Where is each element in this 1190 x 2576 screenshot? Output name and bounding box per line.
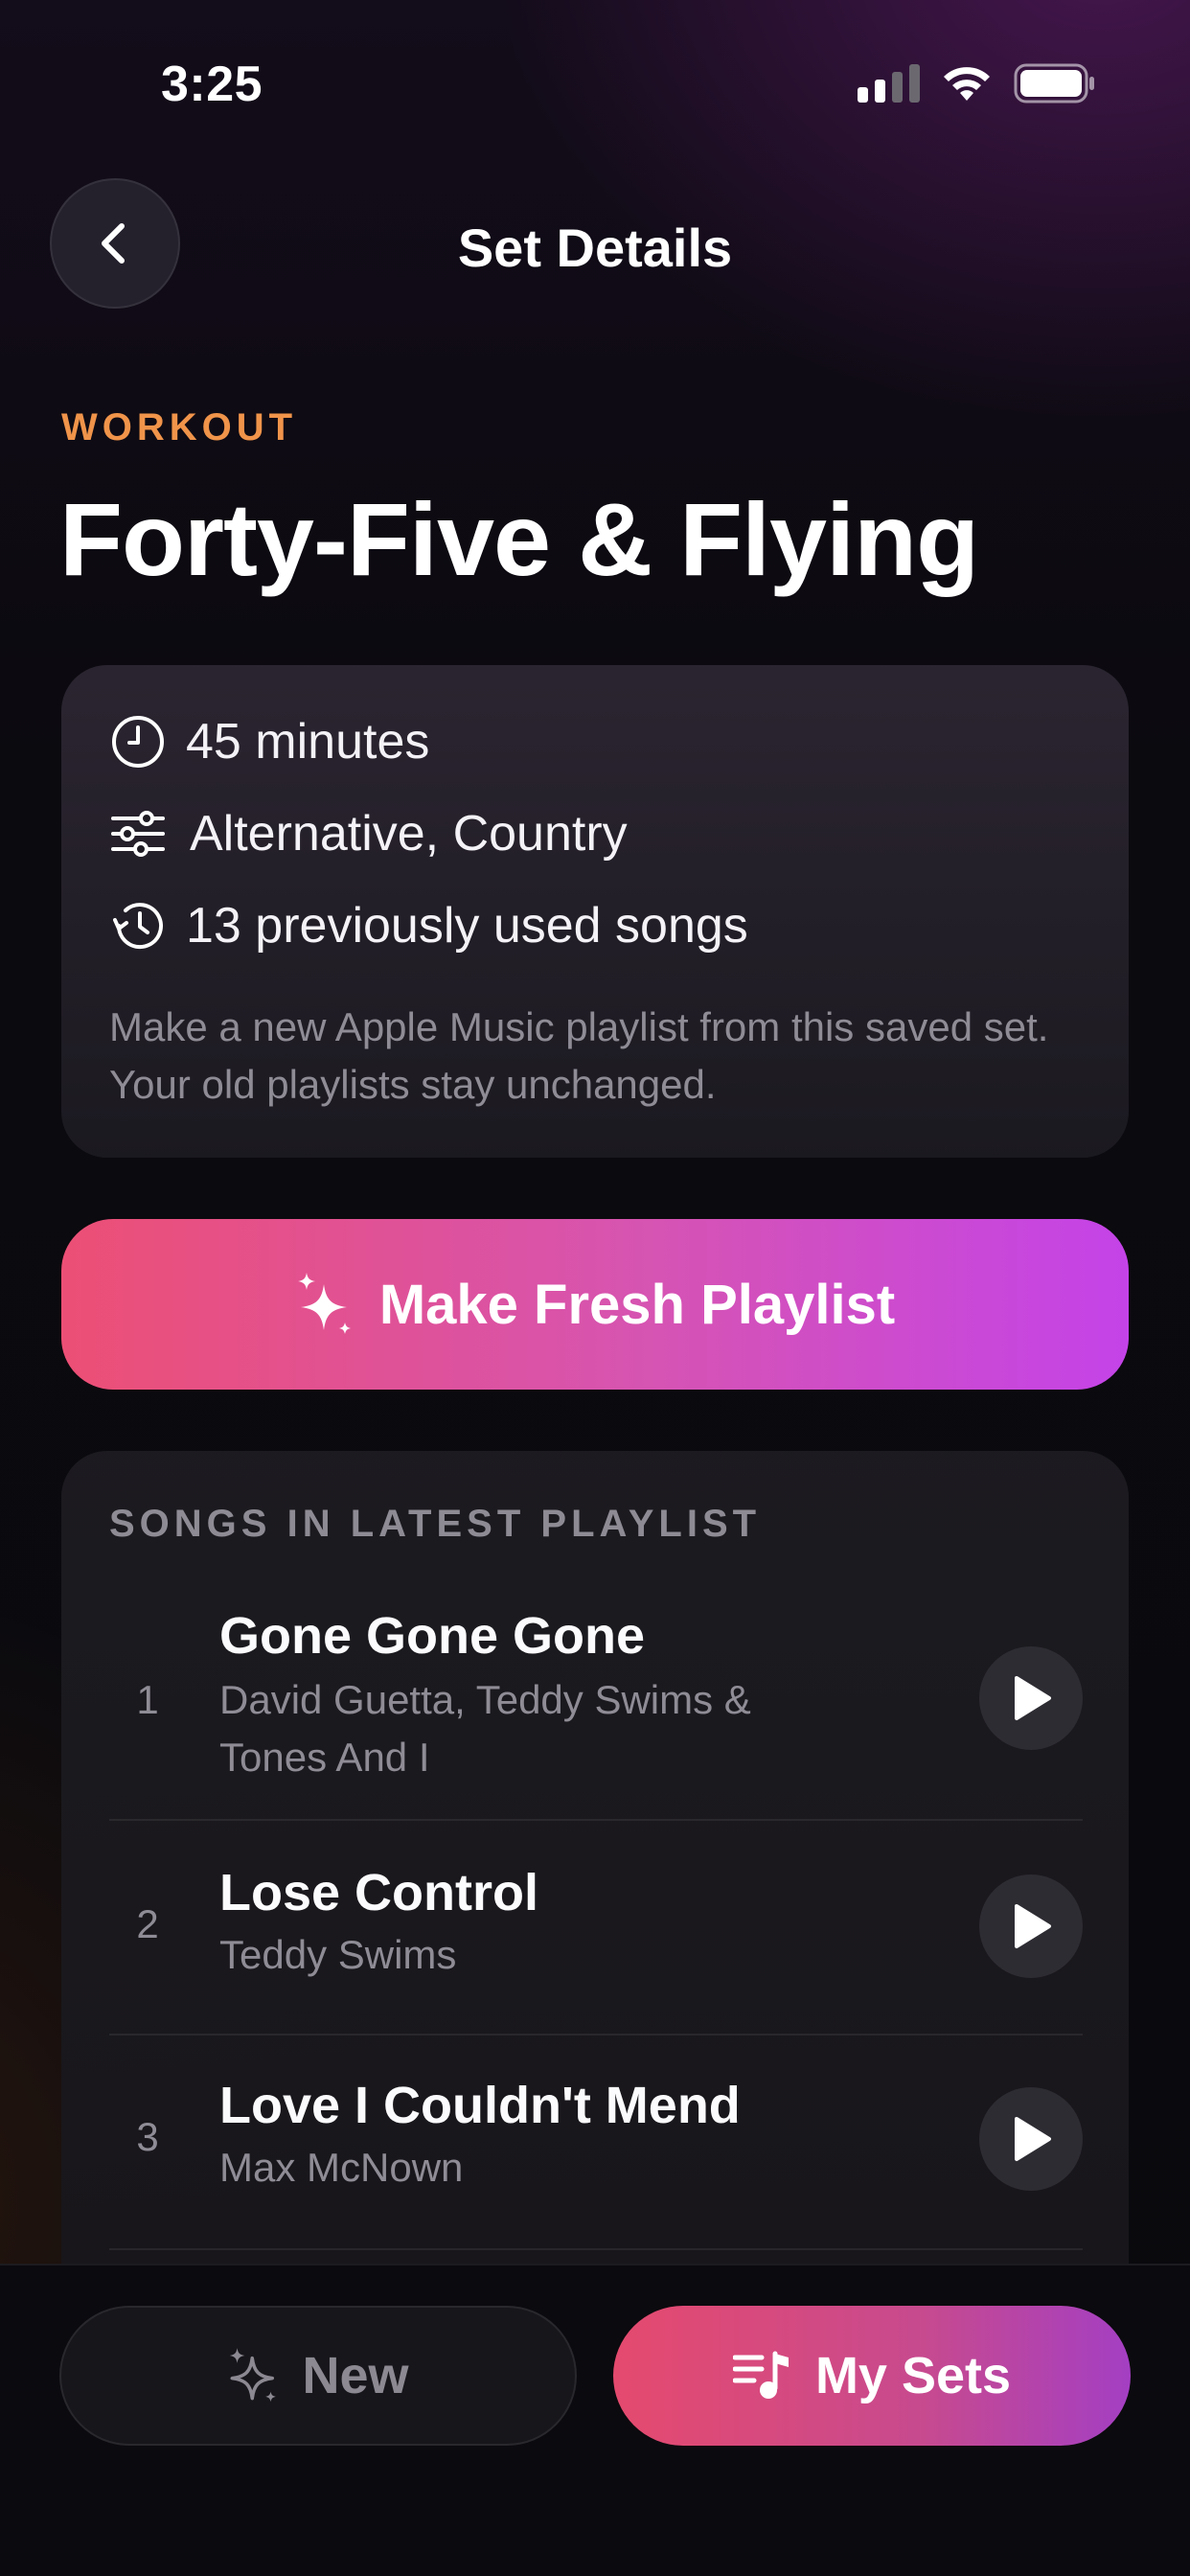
play-icon [1015, 1904, 1051, 1948]
songs-card: SONGS IN LATEST PLAYLIST 1 Gone Gone Gon… [61, 1451, 1129, 2313]
play-button[interactable] [979, 1874, 1083, 1978]
divider [109, 2248, 1083, 2250]
screen: 3:25 Set Details WORKOUT Forty-Five & Fl… [0, 0, 1190, 2576]
play-icon [1015, 2117, 1051, 2161]
play-icon [1015, 1676, 1051, 1720]
wifi-icon [941, 64, 993, 103]
tab-my-sets-label: My Sets [814, 2347, 1012, 2404]
sparkles-icon [297, 1273, 351, 1334]
song-row[interactable]: 2 Lose Control Teddy Swims [61, 1821, 1129, 2032]
song-artist: David Guetta, Teddy Swims & Tones And I [219, 1677, 751, 1780]
set-description: Make a new Apple Music playlist from thi… [109, 1004, 1049, 1107]
song-number: 2 [136, 1901, 159, 1946]
info-row-genres: Alternative, Country [109, 805, 628, 862]
make-fresh-playlist-button[interactable]: Make Fresh Playlist [61, 1219, 1129, 1390]
song-artist: Max McNown [219, 2145, 464, 2190]
song-row[interactable]: 1 Gone Gone Gone David Guetta, Teddy Swi… [61, 1595, 1129, 1825]
set-info-card: 45 minutes Alternative, Country 13 previ… [61, 665, 1129, 1158]
set-title: Forty-Five & Flying [59, 481, 979, 597]
signal-icon [858, 64, 920, 103]
song-title: Lose Control [219, 1864, 538, 1921]
tab-bar: New My Sets [0, 2264, 1190, 2576]
tab-new[interactable]: New [59, 2306, 577, 2446]
play-button[interactable] [979, 1646, 1083, 1750]
duration-text: 45 minutes [186, 714, 430, 770]
status-icons [858, 63, 1096, 104]
song-title: Gone Gone Gone [219, 1607, 646, 1665]
song-row[interactable]: 3 Love I Couldn't Mend Max McNown [61, 2036, 1129, 2246]
history-icon [109, 897, 167, 954]
tab-new-label: New [302, 2347, 409, 2404]
play-button[interactable] [979, 2087, 1083, 2191]
history-text: 13 previously used songs [186, 898, 748, 954]
song-title: Love I Couldn't Mend [219, 2077, 741, 2134]
music-list-icon [732, 2351, 789, 2399]
tab-my-sets[interactable]: My Sets [613, 2306, 1131, 2446]
song-artist: Teddy Swims [219, 1932, 457, 1977]
sparkles-icon [230, 2348, 277, 2403]
battery-icon [1014, 63, 1096, 104]
song-number: 3 [136, 2114, 159, 2159]
song-number: 1 [136, 1677, 159, 1722]
status-time: 3:25 [161, 57, 263, 112]
info-row-duration: 45 minutes [109, 713, 429, 770]
songs-heading: SONGS IN LATEST PLAYLIST [109, 1503, 762, 1545]
info-row-history: 13 previously used songs [109, 897, 748, 954]
set-category: WORKOUT [61, 406, 298, 448]
status-bar: 3:25 [0, 0, 1190, 172]
clock-icon [109, 713, 167, 770]
page-title: Set Details [457, 218, 733, 278]
make-fresh-playlist-label: Make Fresh Playlist [378, 1273, 896, 1336]
genres-text: Alternative, Country [190, 806, 628, 862]
sliders-icon [109, 805, 167, 862]
